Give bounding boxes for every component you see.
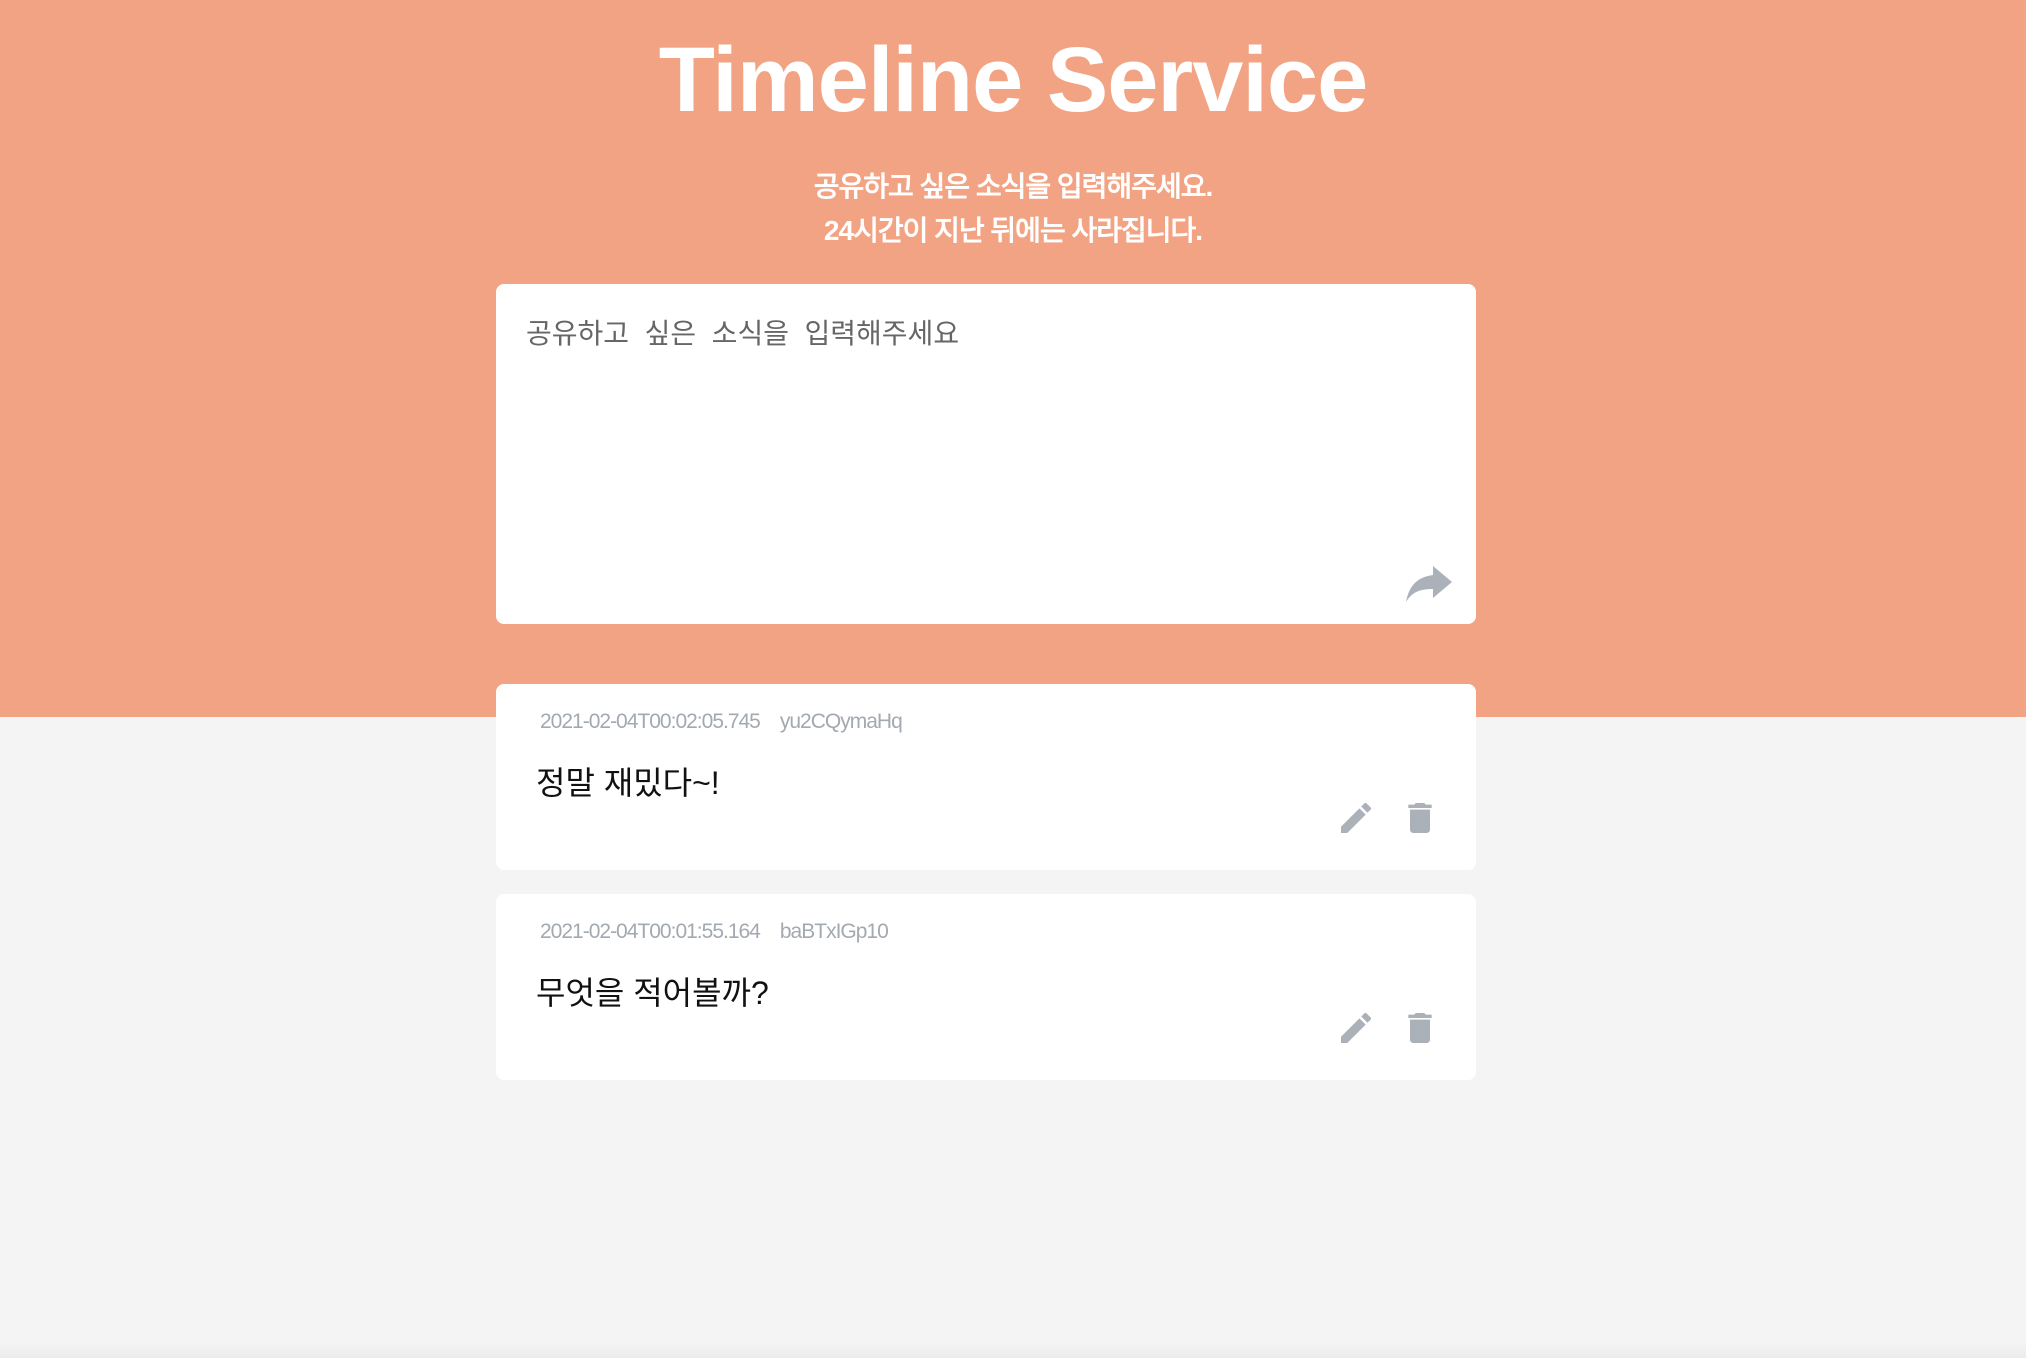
delete-button[interactable] <box>1400 798 1440 838</box>
post-meta: 2021-02-04T00:01:55.164 baBTxIGp10 <box>540 920 889 944</box>
page-bottom-edge <box>0 1342 2026 1358</box>
trash-icon <box>1408 803 1432 833</box>
trash-icon <box>1408 1013 1432 1043</box>
share-button[interactable] <box>1404 562 1454 606</box>
post-author: baBTxIGp10 <box>779 920 889 943</box>
edit-button[interactable] <box>1336 798 1376 838</box>
edit-button[interactable] <box>1336 1008 1376 1048</box>
post-input[interactable] <box>496 284 1476 624</box>
subtitle-line-1: 공유하고 싶은 소식을 입력해주세요. <box>813 171 1214 202</box>
subtitle-line-2: 24시간이 지난 뒤에는 사라집니다. <box>823 215 1203 246</box>
pencil-icon <box>1341 1012 1372 1043</box>
post-author: yu2CQymaHq <box>779 710 903 733</box>
post-composer <box>496 284 1476 624</box>
delete-button[interactable] <box>1400 1008 1440 1048</box>
timeline-post: 2021-02-04T00:02:05.745 yu2CQymaHq 정말 재밌다… <box>496 684 1476 870</box>
post-meta: 2021-02-04T00:02:05.745 yu2CQymaHq <box>540 710 903 734</box>
post-content: 무엇을 적어볼까? <box>536 975 769 1011</box>
page-subtitle: 공유하고 싶은 소식을 입력해주세요. 24시간이 지난 뒤에는 사라집니다. <box>0 165 2026 253</box>
post-actions <box>1336 1008 1440 1048</box>
post-content: 정말 재밌다~! <box>536 765 720 801</box>
timeline-post: 2021-02-04T00:01:55.164 baBTxIGp10 무엇을 적어… <box>496 894 1476 1080</box>
pencil-icon <box>1341 802 1372 833</box>
post-timestamp: 2021-02-04T00:02:05.745 <box>540 710 761 733</box>
page-title: Timeline Service <box>658 29 1369 131</box>
share-arrow-icon <box>1406 566 1452 602</box>
post-timestamp: 2021-02-04T00:01:55.164 <box>540 920 761 943</box>
post-actions <box>1336 798 1440 838</box>
